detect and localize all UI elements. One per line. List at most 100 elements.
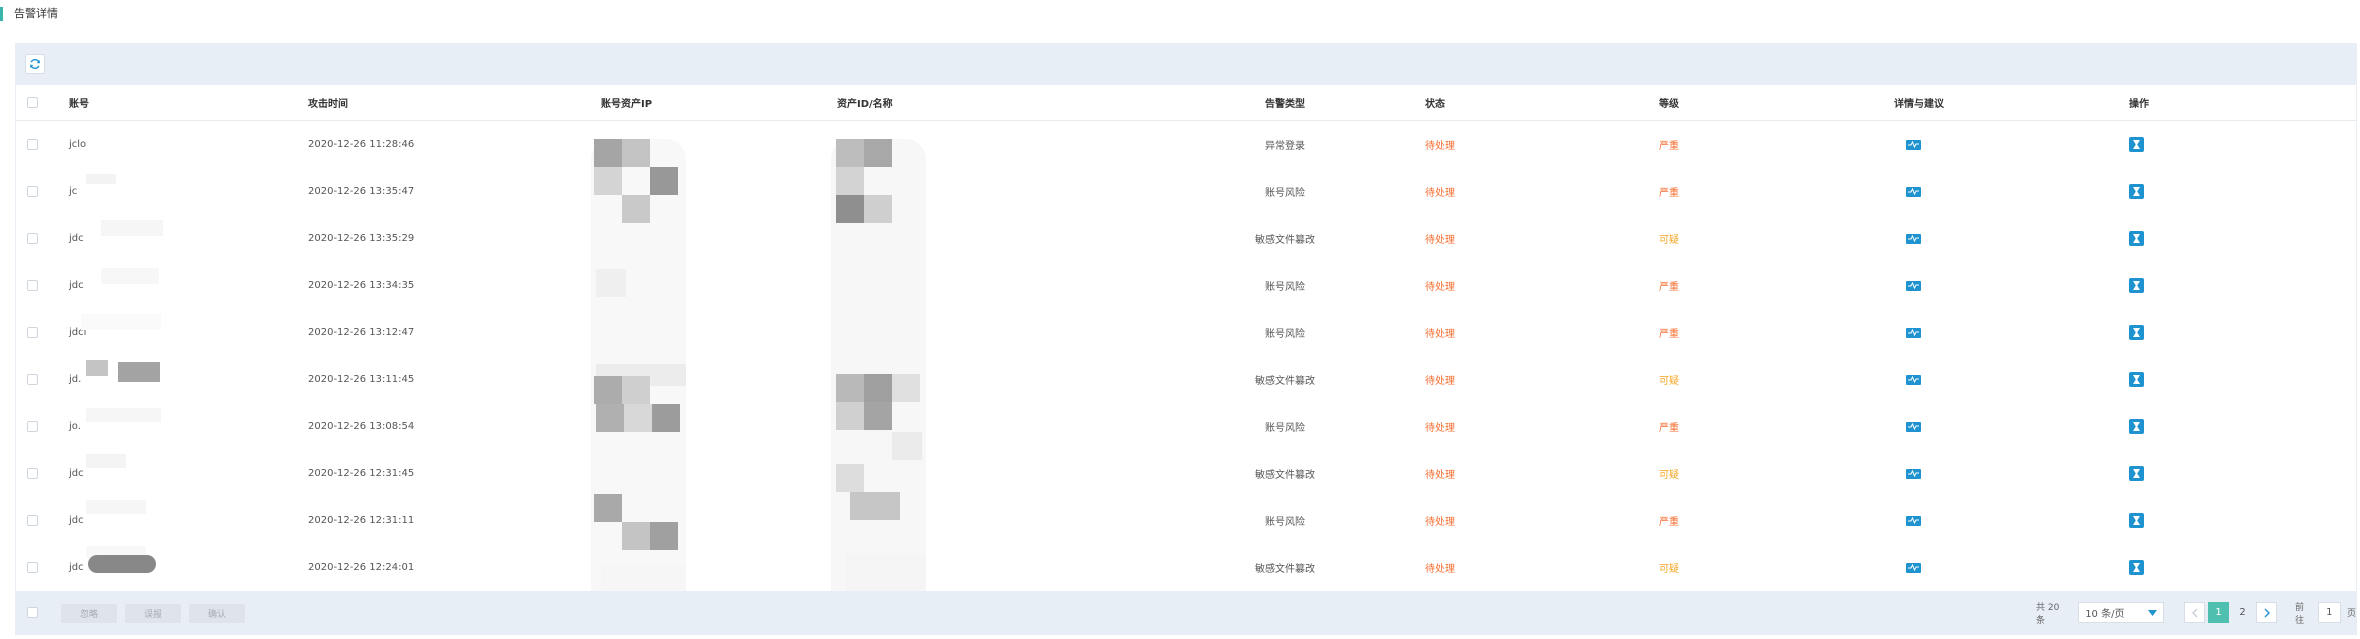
activity-icon[interactable]	[1906, 468, 1921, 479]
ignore-button[interactable]: 忽略	[61, 604, 117, 623]
table-row[interactable]: jc 2020-12-26 13:35:47 账号风险 待处理 严重	[16, 168, 2356, 216]
attack-time-cell: 2020-12-26 13:35:29	[308, 233, 415, 244]
goto-page-input[interactable]: 1	[2317, 602, 2341, 623]
ops-cell	[2129, 262, 2144, 309]
table-row[interactable]: jdc 2020-12-26 12:31:45 敏感文件篡改 待处理 可疑	[16, 450, 2356, 498]
hourglass-icon[interactable]	[2129, 325, 2144, 340]
row-checkbox[interactable]	[27, 468, 38, 479]
hourglass-icon[interactable]	[2129, 231, 2144, 246]
detail-cell	[1906, 497, 1921, 544]
attack-time-cell: 2020-12-26 11:28:46	[308, 139, 415, 150]
column-header-alert-type[interactable]: 告警类型	[1245, 85, 1325, 120]
detail-cell	[1906, 356, 1921, 403]
hourglass-icon[interactable]	[2129, 137, 2144, 152]
row-checkbox[interactable]	[27, 280, 38, 291]
hourglass-icon[interactable]	[2129, 278, 2144, 293]
footer-select-checkbox[interactable]	[27, 607, 38, 618]
ops-cell	[2129, 121, 2144, 168]
account-cell: jclo	[69, 139, 87, 150]
activity-icon[interactable]	[1906, 421, 1921, 432]
ops-cell	[2129, 497, 2144, 544]
hourglass-icon[interactable]	[2129, 419, 2144, 434]
row-checkbox[interactable]	[27, 515, 38, 526]
activity-icon[interactable]	[1906, 562, 1921, 573]
table-row[interactable]: jdcl 2020-12-26 13:12:47 账号风险 待处理 严重	[16, 309, 2356, 357]
row-checkbox[interactable]	[27, 139, 38, 150]
select-all-cell	[27, 85, 38, 120]
table-row[interactable]: jd. 2020-12-26 13:11:45 敏感文件篡改 待处理 可疑	[16, 356, 2356, 404]
alert-type-cell: 账号风险	[1265, 329, 1305, 340]
detail-cell	[1906, 309, 1921, 356]
row-select-cell	[27, 356, 38, 403]
alert-type-cell: 敏感文件篡改	[1255, 564, 1315, 575]
column-header-asset-name[interactable]: 资产ID/名称	[837, 85, 893, 120]
row-checkbox[interactable]	[27, 233, 38, 244]
attack-time-cell: 2020-12-26 12:31:11	[308, 515, 415, 526]
page-title: 告警详情	[0, 7, 58, 21]
next-page-button[interactable]	[2256, 602, 2278, 623]
ops-cell	[2129, 356, 2144, 403]
row-checkbox[interactable]	[27, 421, 38, 432]
page-button-2[interactable]: 2	[2232, 602, 2253, 623]
column-header-account[interactable]: 账号	[69, 85, 89, 120]
chevron-down-icon	[2148, 609, 2158, 616]
hourglass-icon[interactable]	[2129, 372, 2144, 387]
attack-time-cell: 2020-12-26 13:11:45	[308, 374, 415, 385]
level-cell: 严重	[1659, 141, 1679, 152]
row-select-cell	[27, 262, 38, 309]
status-cell: 待处理	[1425, 188, 1455, 199]
row-checkbox[interactable]	[27, 186, 38, 197]
row-select-cell	[27, 403, 38, 450]
prev-page-button[interactable]	[2184, 602, 2206, 623]
activity-icon[interactable]	[1906, 374, 1921, 385]
refresh-button[interactable]	[25, 54, 45, 74]
column-header-ops[interactable]: 操作	[2129, 85, 2149, 120]
page-button-1[interactable]: 1	[2208, 602, 2230, 623]
table-row[interactable]: jdc 2020-12-26 13:35:29 敏感文件篡改 待处理 可疑	[16, 215, 2356, 263]
alert-type-cell: 账号风险	[1265, 423, 1305, 434]
activity-icon[interactable]	[1906, 515, 1921, 526]
hourglass-icon[interactable]	[2129, 560, 2144, 575]
activity-icon[interactable]	[1906, 280, 1921, 291]
status-cell: 待处理	[1425, 517, 1455, 528]
row-checkbox[interactable]	[27, 374, 38, 385]
page-suffix: 页	[2346, 609, 2356, 619]
activity-icon[interactable]	[1906, 139, 1921, 150]
table-row[interactable]: jdc 2020-12-26 12:24:01 敏感文件篡改 待处理 可疑	[16, 544, 2356, 592]
confirm-button[interactable]: 确认	[189, 604, 245, 623]
column-header-detail[interactable]: 详情与建议	[1894, 85, 1944, 120]
alert-type-cell: 敏感文件篡改	[1255, 235, 1315, 246]
attack-time-cell: 2020-12-26 13:34:35	[308, 280, 415, 291]
status-cell: 待处理	[1425, 376, 1455, 387]
column-header-level[interactable]: 等级	[1659, 85, 1679, 120]
select-all-checkbox[interactable]	[27, 97, 38, 108]
goto-label: 前往	[2295, 602, 2305, 626]
column-header-attack-time[interactable]: 攻击时间	[308, 85, 348, 120]
column-header-asset-ip[interactable]: 账号资产IP	[601, 85, 652, 120]
activity-icon[interactable]	[1906, 186, 1921, 197]
activity-icon[interactable]	[1906, 327, 1921, 338]
level-cell: 严重	[1659, 423, 1679, 434]
table-row[interactable]: jo. 2020-12-26 13:08:54 账号风险 待处理 严重	[16, 403, 2356, 451]
column-header-status[interactable]: 状态	[1425, 85, 1445, 120]
table-row[interactable]: jdc 2020-12-26 12:31:11 账号风险 待处理 严重	[16, 497, 2356, 545]
hourglass-icon[interactable]	[2129, 184, 2144, 199]
table-row[interactable]: jdc 2020-12-26 13:34:35 账号风险 待处理 严重	[16, 262, 2356, 310]
alert-type-cell: 账号风险	[1265, 188, 1305, 199]
hourglass-icon[interactable]	[2129, 466, 2144, 481]
attack-time-cell: 2020-12-26 12:24:01	[308, 562, 415, 573]
activity-icon[interactable]	[1906, 233, 1921, 244]
row-select-cell	[27, 544, 38, 591]
hourglass-icon[interactable]	[2129, 513, 2144, 528]
page-size-select[interactable]: 10 条/页	[2078, 602, 2165, 623]
misreport-button[interactable]: 误报	[125, 604, 181, 623]
row-select-cell	[27, 309, 38, 356]
status-cell: 待处理	[1425, 282, 1455, 293]
table-row[interactable]: jclo 2020-12-26 11:28:46 异常登录 待处理 严重	[16, 121, 2356, 169]
detail-cell	[1906, 403, 1921, 450]
level-cell: 严重	[1659, 188, 1679, 199]
row-checkbox[interactable]	[27, 562, 38, 573]
row-checkbox[interactable]	[27, 327, 38, 338]
detail-cell	[1906, 262, 1921, 309]
account-cell: jdc	[69, 515, 84, 526]
